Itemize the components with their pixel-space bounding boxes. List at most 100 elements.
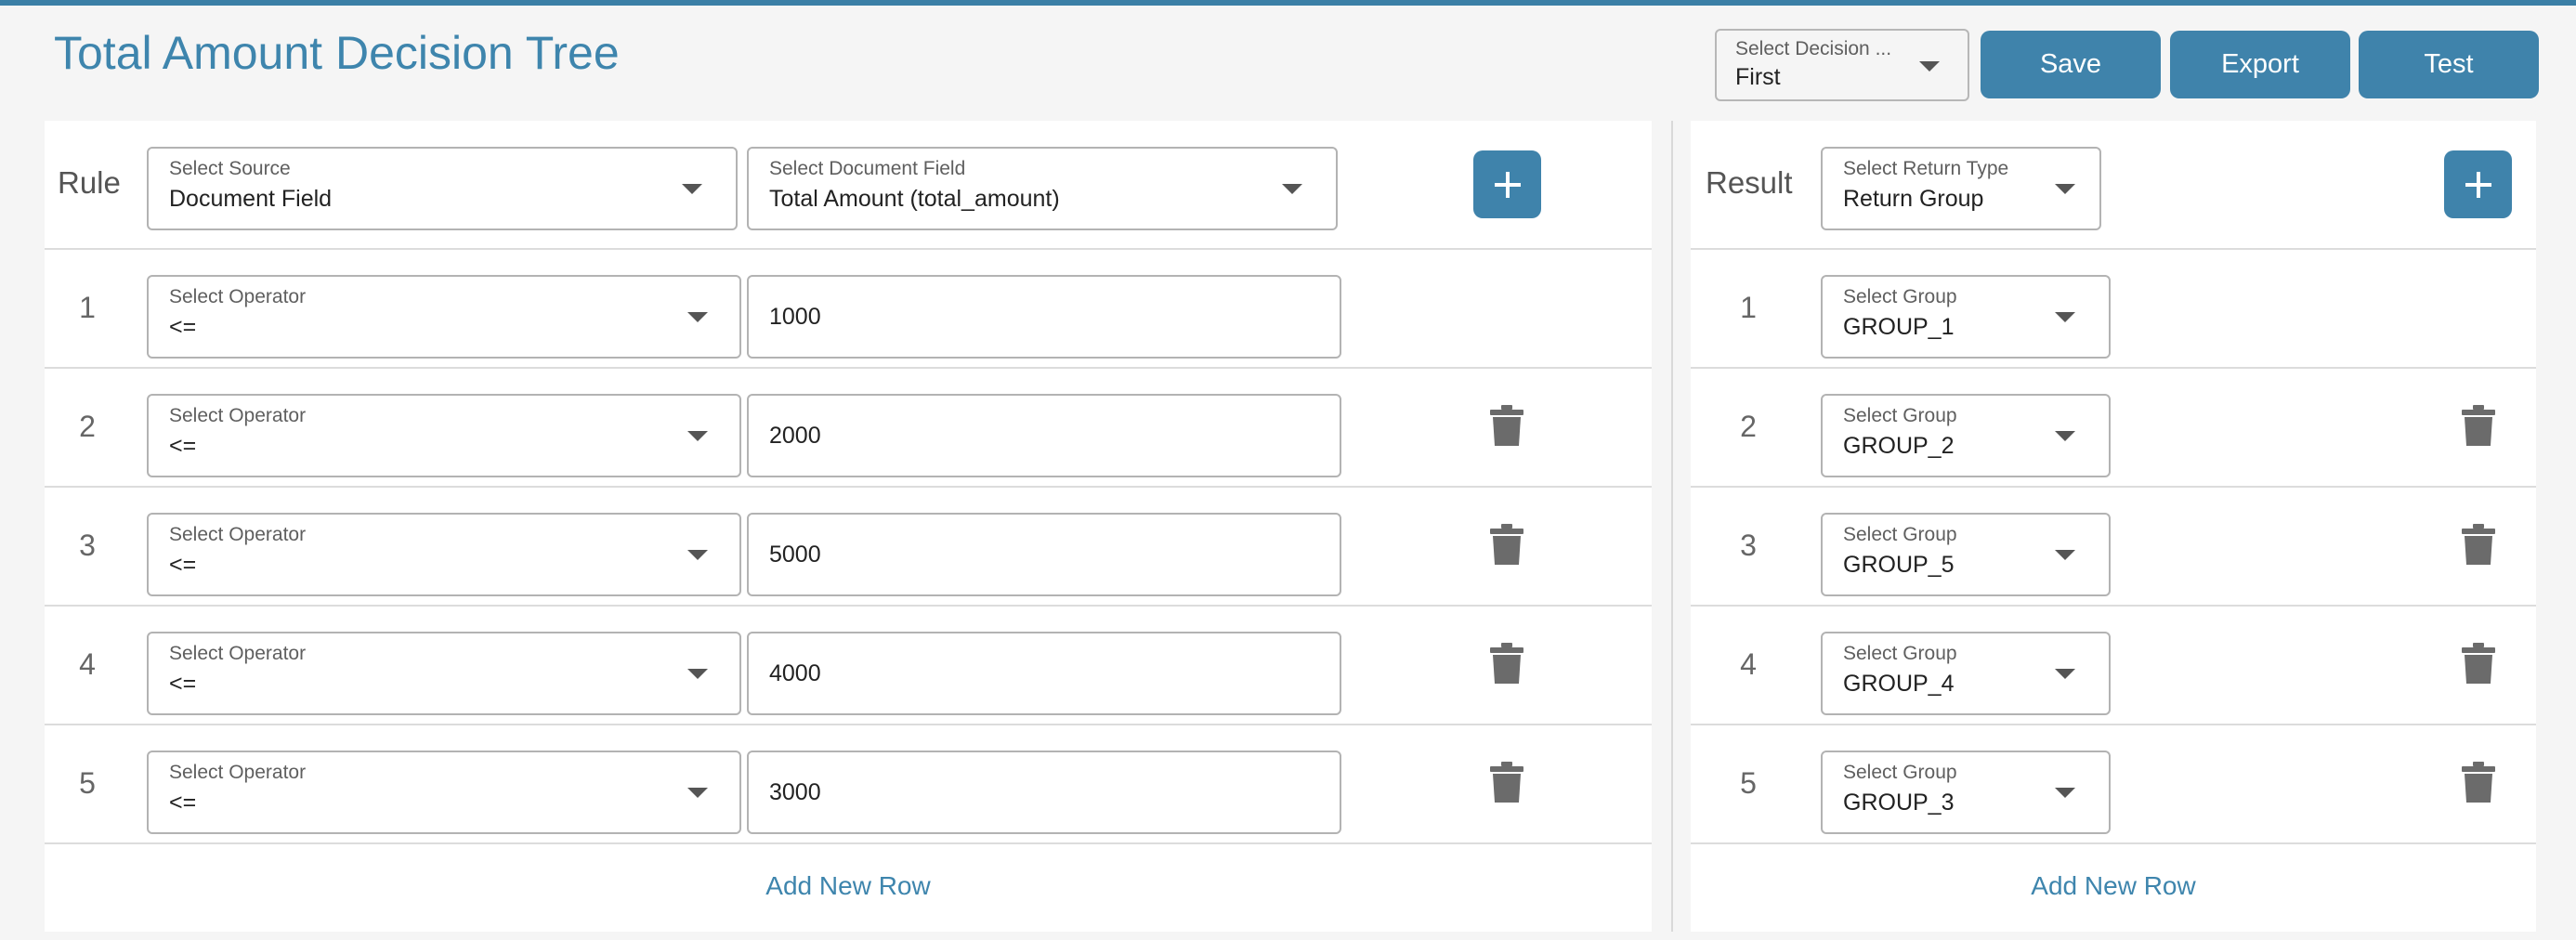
operator-select[interactable]: Select Operator <= [147, 513, 741, 596]
row-divider [45, 605, 1652, 607]
plus-icon [2465, 171, 2491, 198]
operator-select-label: Select Operator [169, 762, 307, 783]
group-select-value: GROUP_5 [1843, 552, 1955, 578]
row-divider [45, 486, 1652, 488]
chevron-down-icon [2055, 550, 2075, 560]
row-divider [1691, 486, 2536, 488]
trash-icon[interactable] [1490, 524, 1523, 565]
rule-row-number: 5 [79, 766, 96, 800]
chevron-down-icon [687, 312, 708, 322]
result-row-number: 1 [1740, 291, 1757, 324]
result-row-number: 2 [1740, 410, 1757, 443]
group-select[interactable]: Select Group GROUP_2 [1821, 394, 2111, 477]
rule-heading: Rule [58, 165, 121, 200]
operator-select-value: <= [169, 790, 197, 816]
trash-icon[interactable] [2462, 762, 2495, 803]
group-select[interactable]: Select Group GROUP_1 [1821, 275, 2111, 359]
operator-select-value: <= [169, 314, 197, 340]
rule-value-input[interactable]: 5000 [747, 513, 1341, 596]
operator-select[interactable]: Select Operator <= [147, 275, 741, 359]
plus-icon [1494, 171, 1521, 198]
group-select[interactable]: Select Group GROUP_3 [1821, 751, 2111, 834]
document-field-select[interactable]: Select Document Field Total Amount (tota… [747, 147, 1338, 230]
operator-select-value: <= [169, 552, 197, 578]
rule-row-number: 4 [79, 647, 96, 681]
export-button[interactable]: Export [2170, 31, 2350, 98]
operator-select[interactable]: Select Operator <= [147, 751, 741, 834]
chevron-down-icon [1282, 184, 1302, 194]
chevron-down-icon [2055, 669, 2075, 679]
group-select-label: Select Group [1843, 405, 1957, 426]
trash-icon[interactable] [2462, 524, 2495, 565]
source-select-label: Select Source [169, 158, 291, 179]
add-new-rule-row-link[interactable]: Add New Row [45, 871, 1652, 901]
test-button[interactable]: Test [2359, 31, 2539, 98]
trash-icon[interactable] [2462, 405, 2495, 446]
group-select-label: Select Group [1843, 643, 1957, 664]
row-divider [1691, 248, 2536, 250]
chevron-down-icon [2055, 312, 2075, 322]
rule-row-number: 2 [79, 410, 96, 443]
decision-select[interactable]: Select Decision ... First [1715, 29, 1969, 101]
group-select-label: Select Group [1843, 286, 1957, 307]
decision-select-label: Select Decision ... [1735, 38, 1892, 59]
group-select-label: Select Group [1843, 762, 1957, 783]
source-select-value: Document Field [169, 186, 333, 212]
group-select-value: GROUP_1 [1843, 314, 1955, 340]
rule-value-input[interactable]: 1000 [747, 275, 1341, 359]
group-select-label: Select Group [1843, 524, 1957, 545]
rule-row-number: 3 [79, 529, 96, 562]
rule-value-input[interactable]: 3000 [747, 751, 1341, 834]
chevron-down-icon [687, 669, 708, 679]
chevron-down-icon [2055, 431, 2075, 441]
chevron-down-icon [682, 184, 702, 194]
add-result-button[interactable] [2444, 150, 2512, 218]
rule-value-input[interactable]: 2000 [747, 394, 1341, 477]
save-button[interactable]: Save [1981, 31, 2161, 98]
row-divider [1691, 724, 2536, 725]
result-heading: Result [1706, 165, 1793, 200]
operator-select-label: Select Operator [169, 405, 307, 426]
chevron-down-icon [2055, 184, 2075, 194]
row-divider [45, 248, 1652, 250]
chevron-down-icon [2055, 788, 2075, 798]
operator-select-label: Select Operator [169, 286, 307, 307]
source-select[interactable]: Select Source Document Field [147, 147, 738, 230]
chevron-down-icon [687, 431, 708, 441]
result-row-number: 5 [1740, 766, 1757, 800]
result-row-number: 4 [1740, 647, 1757, 681]
chevron-down-icon [687, 788, 708, 798]
return-type-select-label: Select Return Type [1843, 158, 2009, 179]
rule-row-number: 1 [79, 291, 96, 324]
operator-select[interactable]: Select Operator <= [147, 394, 741, 477]
panel-divider [1671, 121, 1673, 932]
operator-select-value: <= [169, 433, 197, 459]
operator-select[interactable]: Select Operator <= [147, 632, 741, 715]
add-new-result-row-link[interactable]: Add New Row [1691, 871, 2536, 901]
row-divider [45, 724, 1652, 725]
return-type-select-value: Return Group [1843, 186, 1984, 212]
decision-select-value: First [1735, 64, 1781, 90]
page-title: Total Amount Decision Tree [54, 27, 620, 79]
return-type-select[interactable]: Select Return Type Return Group [1821, 147, 2101, 230]
result-panel: Result Select Return Type Return Group 1… [1691, 121, 2536, 932]
chevron-down-icon [1919, 61, 1940, 72]
rule-panel: Rule Select Source Document Field Select… [45, 121, 1652, 932]
document-field-select-value: Total Amount (total_amount) [769, 186, 1060, 212]
group-select[interactable]: Select Group GROUP_5 [1821, 513, 2111, 596]
rule-value-input[interactable]: 4000 [747, 632, 1341, 715]
add-rule-button[interactable] [1473, 150, 1541, 218]
operator-select-label: Select Operator [169, 524, 307, 545]
group-select-value: GROUP_2 [1843, 433, 1955, 459]
top-accent-bar [0, 0, 2576, 6]
trash-icon[interactable] [2462, 643, 2495, 684]
row-divider [1691, 367, 2536, 369]
row-divider [45, 367, 1652, 369]
row-divider [45, 842, 1652, 844]
trash-icon[interactable] [1490, 405, 1523, 446]
chevron-down-icon [687, 550, 708, 560]
document-field-select-label: Select Document Field [769, 158, 966, 179]
trash-icon[interactable] [1490, 762, 1523, 803]
group-select[interactable]: Select Group GROUP_4 [1821, 632, 2111, 715]
trash-icon[interactable] [1490, 643, 1523, 684]
